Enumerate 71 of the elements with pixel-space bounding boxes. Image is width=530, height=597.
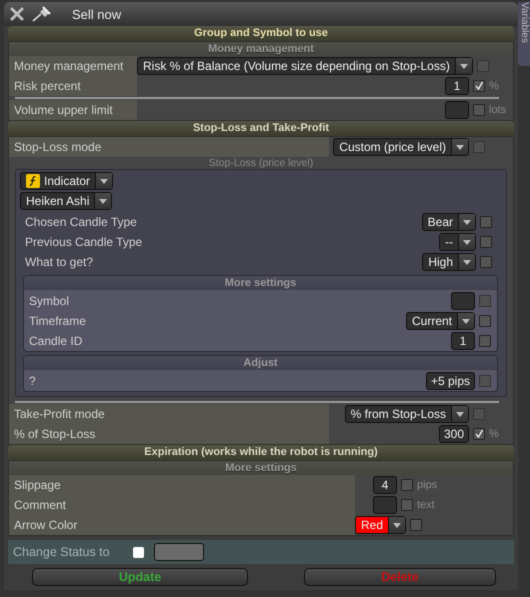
dropdown[interactable]: -- bbox=[439, 233, 476, 251]
checkbox[interactable] bbox=[480, 236, 492, 248]
input-field[interactable]: 4 bbox=[373, 476, 397, 494]
input-field[interactable] bbox=[451, 292, 475, 310]
field-label: Arrow Color bbox=[14, 518, 78, 532]
side-tab[interactable]: Variables bbox=[518, 2, 530, 66]
input-field[interactable] bbox=[154, 543, 204, 561]
caret-icon bbox=[463, 240, 471, 244]
dropdown[interactable]: Indicator bbox=[20, 172, 114, 190]
field-label: % of Stop-Loss bbox=[14, 427, 96, 441]
checkbox[interactable] bbox=[473, 80, 485, 92]
caret-icon bbox=[99, 198, 108, 204]
field-label: What to get? bbox=[25, 255, 94, 269]
section-header: Expiration (works while the robot is running) bbox=[8, 445, 514, 460]
input-field[interactable]: 1 bbox=[445, 77, 469, 95]
field-label: Comment bbox=[14, 498, 66, 512]
section-header: Adjust bbox=[24, 356, 497, 371]
field-label: Stop-Loss mode bbox=[14, 140, 102, 154]
field-label: Previous Candle Type bbox=[25, 235, 142, 249]
input-field[interactable]: 300 bbox=[438, 425, 469, 443]
checkbox[interactable] bbox=[401, 479, 413, 491]
caret-icon bbox=[456, 412, 464, 416]
field-label: Symbol bbox=[29, 294, 70, 308]
section-header: More settings bbox=[9, 461, 513, 475]
field-label: Timeframe bbox=[29, 314, 86, 328]
field-label: Candle ID bbox=[29, 334, 82, 348]
section-header: More settings bbox=[24, 276, 497, 291]
checkbox[interactable] bbox=[473, 104, 485, 116]
field-label: Take-Profit mode bbox=[14, 407, 105, 421]
dropdown[interactable]: Heiken Ashi bbox=[20, 192, 112, 210]
input-field[interactable]: 1 bbox=[451, 332, 475, 350]
checkbox[interactable] bbox=[473, 428, 485, 440]
dropdown[interactable]: Current bbox=[406, 312, 475, 330]
unit-label: pips bbox=[417, 479, 438, 491]
field-label: Volume upper limit bbox=[14, 103, 113, 117]
dropdown[interactable]: Bear bbox=[422, 213, 476, 231]
caret-icon bbox=[456, 144, 464, 150]
unit-label: text bbox=[417, 499, 435, 511]
input-field[interactable] bbox=[445, 101, 469, 119]
status-label: Change Status to bbox=[13, 545, 111, 559]
field-label: Risk percent bbox=[14, 79, 81, 93]
dropdown[interactable]: High bbox=[422, 253, 476, 271]
section-header: Stop-Loss and Take-Profit bbox=[8, 121, 514, 136]
unit-label: % bbox=[489, 428, 499, 440]
checkbox[interactable] bbox=[480, 216, 492, 228]
checkbox[interactable] bbox=[410, 519, 422, 531]
function-icon bbox=[26, 174, 40, 188]
field-label: Chosen Candle Type bbox=[25, 215, 137, 229]
field-label: ? bbox=[29, 374, 36, 388]
window-title: Sell now bbox=[72, 6, 122, 22]
pin-icon[interactable] bbox=[32, 6, 52, 22]
checkbox[interactable] bbox=[479, 315, 491, 327]
caret-icon bbox=[463, 260, 471, 264]
unit-label: lots bbox=[489, 104, 506, 116]
section-caption: Stop-Loss (price level) bbox=[208, 157, 314, 169]
field-label: Money management bbox=[14, 59, 124, 73]
caret-icon bbox=[100, 178, 108, 184]
field-label: Slippage bbox=[14, 478, 61, 492]
caret-icon bbox=[462, 318, 470, 324]
checkbox[interactable] bbox=[133, 546, 144, 558]
input-field[interactable] bbox=[373, 496, 397, 514]
close-icon[interactable] bbox=[10, 7, 24, 21]
checkbox[interactable] bbox=[480, 256, 492, 268]
caret-icon bbox=[463, 220, 471, 224]
section-header: Group and Symbol to use bbox=[8, 26, 514, 41]
caret-icon bbox=[460, 64, 468, 68]
caret-icon bbox=[393, 522, 402, 528]
section-header: Money management bbox=[9, 42, 513, 56]
checkbox[interactable] bbox=[479, 335, 491, 347]
checkbox[interactable] bbox=[401, 499, 413, 511]
unit-label: % bbox=[489, 80, 499, 92]
